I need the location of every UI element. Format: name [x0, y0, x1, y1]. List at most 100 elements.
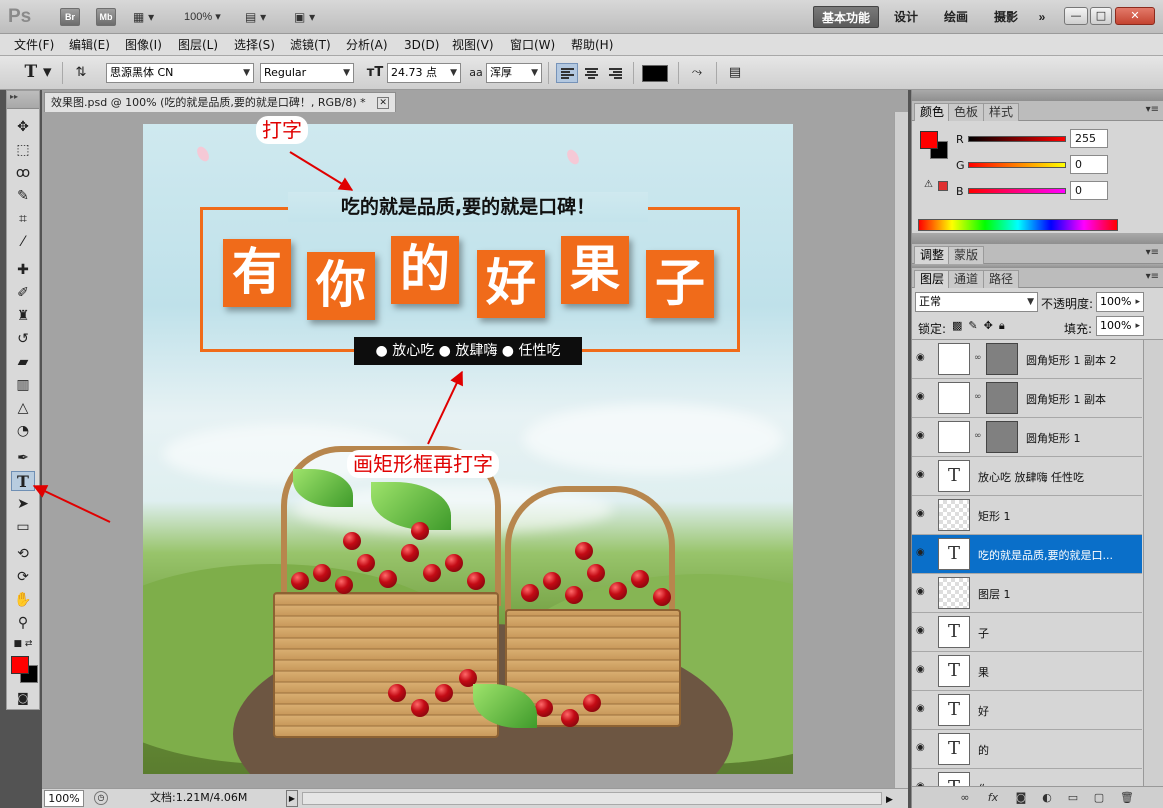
menu-filter[interactable]: 滤镜(T) [288, 36, 333, 54]
workspace-essentials[interactable]: 基本功能 [813, 6, 879, 28]
layer-row[interactable]: ◉ 图层 1 [912, 574, 1142, 613]
tab-layers[interactable]: 图层 [914, 270, 951, 288]
eye-icon[interactable]: ◉ [916, 587, 930, 597]
blur-tool-icon[interactable]: △ [11, 398, 35, 418]
menu-file[interactable]: 文件(F) [12, 36, 56, 54]
color-foreground-swatch[interactable] [920, 131, 938, 149]
layer-style-icon[interactable]: fx [984, 789, 1002, 807]
warp-text-icon[interactable]: ⤳ [686, 62, 708, 84]
menu-3d[interactable]: 3D(D) [402, 36, 441, 54]
path-selection-tool-icon[interactable]: ➤ [11, 494, 35, 514]
swap-colors-icon[interactable]: ■ ⇄ [11, 637, 35, 651]
text-color-swatch[interactable] [642, 65, 668, 82]
tab-color[interactable]: 颜色 [914, 103, 951, 121]
quick-select-tool-icon[interactable]: ✎ [11, 186, 35, 206]
menu-image[interactable]: 图像(I) [123, 36, 164, 54]
eye-icon[interactable]: ◉ [916, 665, 930, 675]
arrange-documents-icon[interactable]: ▤ ▾ [245, 8, 266, 26]
foreground-color-swatch[interactable] [11, 656, 29, 674]
mini-bridge-button[interactable]: Mb [96, 8, 116, 26]
character-panel-icon[interactable]: ▤ [724, 62, 746, 84]
delete-layer-icon[interactable]: 🗑︎ [1118, 789, 1136, 807]
document-vertical-scrollbar[interactable] [894, 112, 908, 788]
eye-icon[interactable]: ◉ [916, 626, 930, 636]
eye-icon[interactable]: ◉ [916, 431, 930, 441]
layer-row[interactable]: ◉ ∞ 圆角矩形 1 副本 2 [912, 340, 1142, 379]
new-layer-icon[interactable]: ▢ [1090, 789, 1108, 807]
horizontal-scrollbar[interactable] [302, 792, 882, 805]
channel-g-value[interactable]: 0 [1070, 155, 1108, 174]
menu-window[interactable]: 窗口(W) [508, 36, 557, 54]
status-zoom-field[interactable]: 100% [44, 790, 84, 807]
layer-row[interactable]: ◉ ∞ 圆角矩形 1 副本 [912, 379, 1142, 418]
screen-mode-icon[interactable]: ▣ ▾ [294, 8, 315, 26]
link-layers-icon[interactable]: ∞ [956, 789, 974, 807]
layers-scrollbar[interactable] [1143, 340, 1163, 808]
eye-icon[interactable]: ◉ [916, 548, 930, 558]
align-center-button[interactable] [580, 63, 602, 83]
font-style-select[interactable]: Regular ▼ [260, 63, 354, 83]
antialias-select[interactable]: 浑厚 ▼ [486, 63, 542, 83]
layer-row[interactable]: ◉ T 果 [912, 652, 1142, 691]
quick-mask-icon[interactable]: ◙ [11, 688, 35, 708]
channel-r-value[interactable]: 255 [1070, 129, 1108, 148]
eye-icon[interactable]: ◉ [916, 353, 930, 363]
menu-analysis[interactable]: 分析(A) [344, 36, 390, 54]
tab-masks[interactable]: 蒙版 [948, 246, 985, 264]
type-tool-icon[interactable]: T [11, 471, 35, 491]
maximize-button[interactable]: □ [1090, 7, 1112, 25]
tools-panel-grip[interactable]: ▸▸ [7, 91, 39, 109]
link-icon[interactable]: ∞ [974, 392, 982, 402]
fill-field[interactable]: 100% ▸ [1096, 316, 1144, 336]
close-button[interactable]: ✕ [1115, 7, 1155, 25]
eye-icon[interactable]: ◉ [916, 392, 930, 402]
layer-row[interactable]: ◉ T 放心吃 放肆嗨 任性吃 [912, 457, 1142, 496]
canvas[interactable]: 吃的就是品质,要的就是口碑！ 有 你 的 好 果 子 ● 放心吃 ● 放肆嗨 ●… [143, 124, 793, 774]
new-group-icon[interactable]: ▭ [1064, 789, 1082, 807]
3d-orbit-tool-icon[interactable]: ⟳ [11, 567, 35, 587]
view-extras-icon[interactable]: ▦ ▾ [133, 8, 154, 26]
tab-styles[interactable]: 样式 [983, 103, 1020, 121]
text-tool-preset-icon[interactable]: T ▾ [20, 62, 56, 84]
align-left-button[interactable] [556, 63, 578, 83]
menu-view[interactable]: 视图(V) [450, 36, 496, 54]
tab-paths[interactable]: 路径 [983, 270, 1020, 288]
history-brush-tool-icon[interactable]: ↺ [11, 329, 35, 349]
gradient-tool-icon[interactable]: ▥ [11, 375, 35, 395]
minimize-button[interactable]: — [1064, 7, 1088, 25]
layer-row[interactable]: ◉ T 好 [912, 691, 1142, 730]
menu-help[interactable]: 帮助(H) [569, 36, 615, 54]
adjustment-layer-icon[interactable]: ◐ [1038, 789, 1056, 807]
link-icon[interactable]: ∞ [974, 353, 982, 363]
layer-row-selected[interactable]: ◉ T 吃的就是品质,要的就是口... [912, 535, 1142, 574]
eye-icon[interactable]: ◉ [916, 704, 930, 714]
3d-rotate-tool-icon[interactable]: ⟲ [11, 544, 35, 564]
vector-mask-thumbnail[interactable] [986, 421, 1018, 453]
toggle-text-orientation-icon[interactable]: ⇅ [70, 62, 92, 84]
crop-tool-icon[interactable]: ⌗ [11, 209, 35, 229]
menu-select[interactable]: 选择(S) [232, 36, 277, 54]
layer-row[interactable]: ◉ T 的 [912, 730, 1142, 769]
panel-grip[interactable] [912, 90, 1163, 101]
menu-edit[interactable]: 编辑(E) [67, 36, 112, 54]
add-mask-icon[interactable]: ◙ [1012, 789, 1030, 807]
close-document-icon[interactable]: ✕ [377, 97, 390, 109]
font-size-select[interactable]: 24.73 点 ▼ [387, 63, 461, 83]
align-right-button[interactable] [604, 63, 626, 83]
clone-stamp-tool-icon[interactable]: ♜ [11, 306, 35, 326]
document-tab[interactable]: 效果图.psd @ 100% (吃的就是品质,要的就是口碑！, RGB/8) *… [44, 92, 397, 112]
vector-mask-thumbnail[interactable] [986, 382, 1018, 414]
layer-row[interactable]: ◉ T 子 [912, 613, 1142, 652]
menu-layer[interactable]: 图层(L) [176, 36, 220, 54]
pen-tool-icon[interactable]: ✒ [11, 448, 35, 468]
gamut-warning-icon[interactable]: ⚠ [924, 179, 933, 190]
opacity-field[interactable]: 100% ▸ [1096, 292, 1144, 312]
channel-b-value[interactable]: 0 [1070, 181, 1108, 200]
channel-b-slider[interactable] [968, 188, 1066, 194]
workspace-painting[interactable]: 绘画 [936, 6, 976, 28]
color-spectrum-bar[interactable] [918, 219, 1118, 231]
more-workspaces-button[interactable]: » [1030, 6, 1054, 28]
scroll-right-icon[interactable]: ▶ [886, 791, 893, 808]
status-menu-arrow-icon[interactable]: ▶ [286, 790, 298, 807]
layer-row[interactable]: ◉ 矩形 1 [912, 496, 1142, 535]
